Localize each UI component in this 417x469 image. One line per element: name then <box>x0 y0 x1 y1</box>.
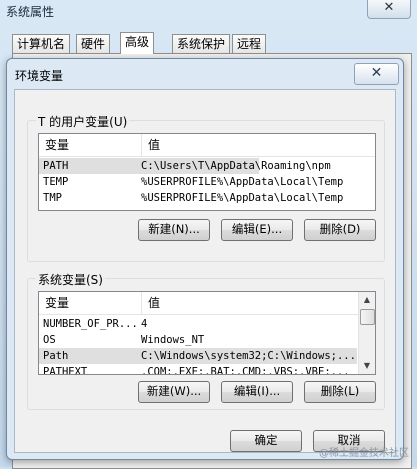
user-delete-button[interactable]: 删除(D) <box>304 219 376 241</box>
system-delete-button[interactable]: 删除(L) <box>304 381 376 403</box>
watermark: @稀土掘金技术社区 <box>319 448 409 459</box>
tab-remote[interactable]: 远程 <box>232 34 267 53</box>
user-variables-list[interactable]: 变量 值 PATH C:\Users\T\AppData\Roaming\npm… <box>38 133 376 211</box>
variable-value: C:\Windows\system32;C:\Windows;... <box>141 350 356 362</box>
system-edit-button[interactable]: 编辑(I)... <box>221 381 293 403</box>
list-row[interactable]: PATH C:\Users\T\AppData\Roaming\npm <box>39 158 331 174</box>
variable-value: 4 <box>141 318 148 330</box>
column-header-variable[interactable]: 变量 <box>39 292 142 314</box>
list-row[interactable]: Path C:\Windows\system32;C:\Windows;... <box>39 348 357 364</box>
list-row[interactable]: OS Windows_NT <box>39 332 357 348</box>
variable-value: %USERPROFILE%\AppData\Local\Temp <box>141 176 344 188</box>
scroll-down-arrow-icon[interactable]: ▼ <box>359 358 375 374</box>
list-row[interactable]: PATHEXT .COM;.EXE;.BAT;.CMD;.VBS;.VBE;..… <box>39 364 357 375</box>
variable-value: %USERPROFILE%\AppData\Local\Temp <box>141 192 344 204</box>
column-header-value[interactable]: 值 <box>142 292 348 314</box>
user-variables-label: T 的用户变量(U) <box>36 113 130 130</box>
variable-name: PATH <box>43 160 69 172</box>
system-variables-label: 系统变量(S) <box>36 271 105 288</box>
dialog-body: T 的用户变量(U) 变量 值 PATH C:\Users\T\AppData\… <box>14 89 396 453</box>
variable-name: TMP <box>43 192 62 204</box>
dialog-title: 环境变量 <box>15 69 64 83</box>
variable-name: TEMP <box>43 176 69 188</box>
ok-button[interactable]: 确定 <box>230 430 302 452</box>
variable-value: Windows_NT <box>141 334 205 346</box>
environment-variables-dialog: 环境变量 ✕ T 的用户变量(U) 变量 值 PATH C:\Users\T\A… <box>6 58 404 460</box>
variable-name: Path <box>43 350 69 362</box>
user-variables-group: T 的用户变量(U) 变量 值 PATH C:\Users\T\AppData\… <box>27 113 385 262</box>
close-icon[interactable]: ✕ <box>367 0 411 19</box>
list-header: 变量 值 <box>39 134 375 157</box>
tab-computer-name[interactable]: 计算机名 <box>12 34 71 53</box>
variable-name: PATHEXT <box>43 366 88 375</box>
column-header-value[interactable]: 值 <box>142 134 368 156</box>
system-variables-group: 系统变量(S) 变量 值 NUMBER_OF_PR... 4 OS Window… <box>27 271 385 410</box>
scroll-thumb[interactable] <box>360 309 375 325</box>
tab-system-protection[interactable]: 系统保护 <box>172 34 231 53</box>
dialog-close-icon[interactable]: ✕ <box>354 63 399 85</box>
list-row[interactable]: TMP %USERPROFILE%\AppData\Local\Temp <box>39 190 375 206</box>
system-variables-list[interactable]: 变量 值 NUMBER_OF_PR... 4 OS Windows_NT Pat… <box>38 291 376 375</box>
tab-advanced[interactable]: 高级 <box>120 32 155 54</box>
scroll-up-arrow-icon[interactable]: ▲ <box>359 292 375 308</box>
window-title: 系统属性 <box>6 5 55 19</box>
variable-value: C:\Users\T\AppData\Roaming\npm <box>141 160 331 172</box>
column-header-variable[interactable]: 变量 <box>39 134 142 156</box>
variable-name: OS <box>43 334 56 346</box>
variable-value: .COM;.EXE;.BAT;.CMD;.VBS;.VBE;... <box>141 366 350 375</box>
vertical-scrollbar[interactable]: ▲ ▼ <box>358 292 375 374</box>
list-row[interactable]: NUMBER_OF_PR... 4 <box>39 316 357 332</box>
user-new-button[interactable]: 新建(N)... <box>138 219 210 241</box>
variable-name: NUMBER_OF_PR... <box>43 318 138 330</box>
list-row[interactable]: TEMP %USERPROFILE%\AppData\Local\Temp <box>39 174 375 190</box>
list-header: 变量 值 <box>39 292 375 315</box>
user-edit-button[interactable]: 编辑(E)... <box>221 219 293 241</box>
tab-hardware[interactable]: 硬件 <box>76 34 111 53</box>
system-new-button[interactable]: 新建(W)... <box>138 381 210 403</box>
